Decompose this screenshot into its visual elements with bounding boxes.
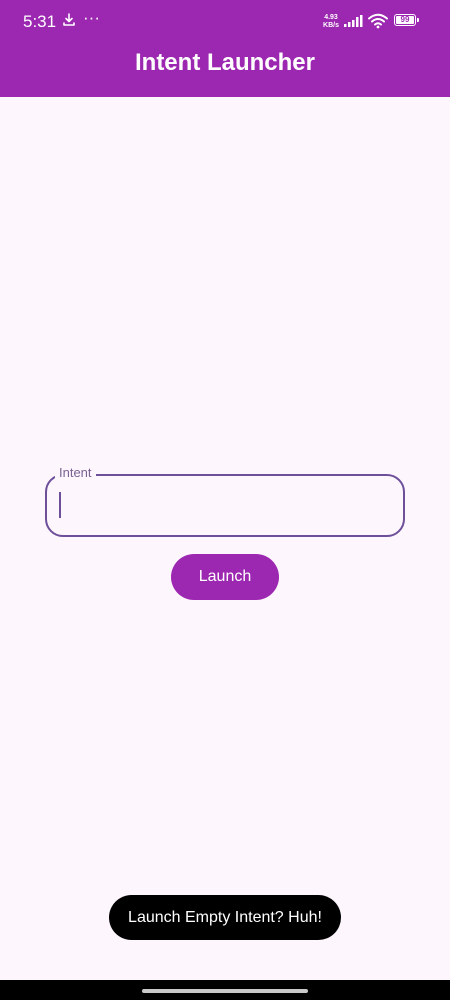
wifi-icon	[368, 13, 388, 29]
signal-icon	[343, 14, 363, 28]
network-speed-unit: KB/s	[323, 22, 339, 29]
top-app-bar: 5:31 ··· 4.93 KB/s 99 Intent Launcher	[0, 0, 450, 97]
intent-input[interactable]	[59, 484, 393, 529]
battery-icon: 99	[394, 14, 420, 28]
network-speed-value: 4.93	[324, 14, 338, 21]
download-icon	[62, 13, 76, 27]
intent-field-label: Intent	[55, 465, 96, 481]
more-notifications-icon: ···	[83, 8, 100, 27]
home-gesture-handle[interactable]	[142, 989, 308, 993]
text-cursor	[59, 492, 61, 518]
battery-level: 99	[400, 15, 410, 24]
launch-button[interactable]: Launch	[171, 554, 279, 600]
page-title: Intent Launcher	[134, 49, 315, 76]
status-time: 5:31	[23, 12, 57, 31]
network-speed: 4.93 KB/s	[320, 14, 342, 30]
toast-message: Launch Empty Intent? Huh!	[109, 895, 341, 940]
app-screen: 5:31 ··· 4.93 KB/s 99 Intent Launcher In…	[0, 0, 450, 1000]
intent-text-field[interactable]: Intent	[45, 465, 405, 537]
navigation-bar	[0, 980, 450, 1000]
status-bar: 5:31 ··· 4.93 KB/s 99	[0, 0, 450, 42]
